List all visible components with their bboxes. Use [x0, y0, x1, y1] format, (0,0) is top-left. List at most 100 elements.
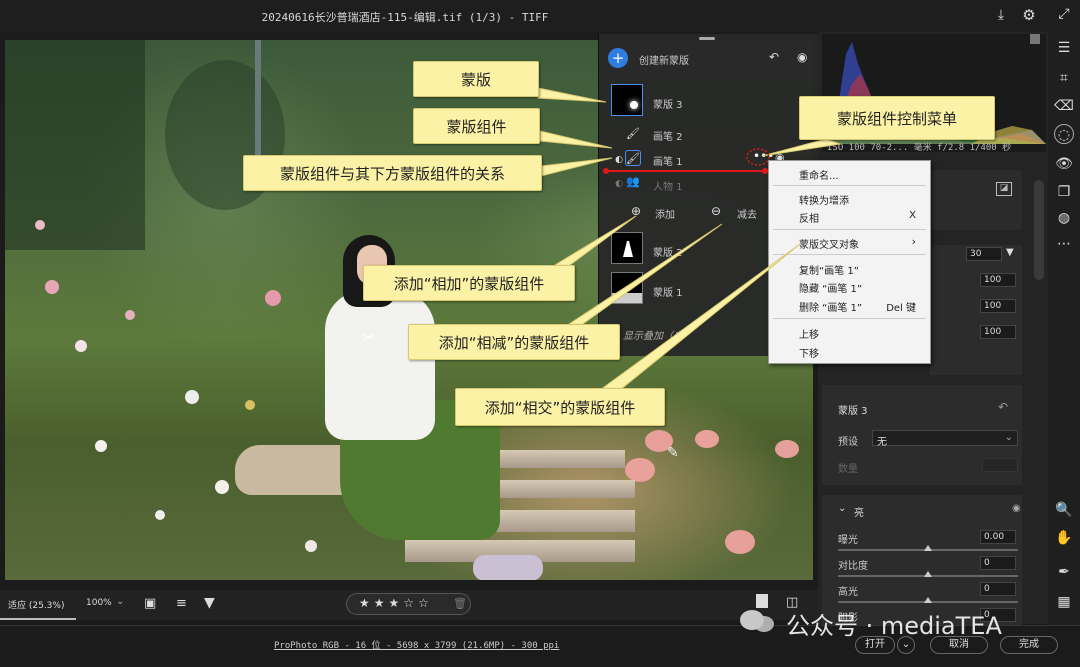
eyedropper-icon[interactable]: ✒: [1054, 562, 1074, 582]
flower: [305, 540, 317, 552]
sliders-icon[interactable]: ☰: [1054, 38, 1074, 58]
zoom-100-button[interactable]: 100%: [86, 598, 112, 608]
rating-control[interactable]: ★★★☆☆ 🗑: [346, 593, 471, 615]
flower: [215, 480, 229, 494]
component-person-1[interactable]: 人物 1: [653, 178, 683, 193]
preset-label: 预设: [838, 437, 858, 448]
flower: [125, 310, 135, 320]
trash-icon[interactable]: 🗑: [453, 597, 467, 610]
presets-icon[interactable]: ◍: [1054, 208, 1074, 228]
menu-item-convert[interactable]: 转换为增添: [799, 192, 849, 207]
mask-2-thumbnail[interactable]: [611, 232, 643, 264]
slider-knob[interactable]: [924, 597, 932, 603]
flower: [155, 510, 165, 520]
value-box[interactable]: 100: [980, 273, 1016, 287]
star-filled-icon[interactable]: ★: [374, 596, 389, 610]
mask-title: 蒙版 3: [838, 406, 868, 417]
slider-knob[interactable]: [924, 571, 932, 577]
mask-2-label[interactable]: 蒙版 2: [653, 244, 683, 259]
mask-3-label[interactable]: 蒙版 3: [653, 96, 683, 111]
eraser-icon[interactable]: ⌫: [1054, 96, 1074, 116]
panel-grip[interactable]: [699, 37, 715, 40]
redeye-icon[interactable]: 👁: [1054, 154, 1074, 174]
more-options-icon[interactable]: •••: [753, 149, 774, 163]
crop-icon[interactable]: ⌗: [1054, 68, 1074, 88]
amount-label: 数量: [838, 464, 858, 475]
menu-item-rename[interactable]: 重命名...: [799, 167, 839, 182]
left-foliage: [5, 40, 145, 250]
mask-1-thumbnail[interactable]: [611, 272, 643, 304]
mask-1-label[interactable]: 蒙版 1: [653, 284, 683, 299]
layers-icon[interactable]: ❐: [1054, 182, 1074, 202]
workflow-options-link[interactable]: ProPhoto RGB - 16 位 - 5698 x 3799 (21.6M…: [274, 638, 559, 651]
add-label: 添加: [655, 210, 675, 221]
compare-view-icon[interactable]: ▣: [144, 596, 156, 611]
done-button[interactable]: 完成: [1000, 636, 1058, 654]
more-icon[interactable]: ⋯: [1054, 234, 1074, 254]
value-box[interactable]: 100: [980, 325, 1016, 339]
value-box[interactable]: 100: [980, 299, 1016, 313]
reset-icon[interactable]: ↶: [998, 400, 1008, 414]
hand-icon[interactable]: ✋: [1054, 528, 1074, 548]
chevron-down-icon[interactable]: ⌄: [838, 503, 846, 514]
menu-item-invert[interactable]: 反相: [799, 210, 819, 225]
brush-pin-icon[interactable]: ✎: [667, 445, 689, 461]
component-brush-2[interactable]: 画笔 2: [653, 128, 683, 143]
add-component-button[interactable]: ⊕ 添加: [619, 202, 689, 221]
callout-add-minus: 添加“相减”的蒙版组件: [408, 324, 620, 360]
mask-3-thumbnail[interactable]: [611, 84, 643, 116]
amount-box: [982, 458, 1018, 472]
grid-icon[interactable]: ▦: [1054, 592, 1074, 612]
contrast-value[interactable]: 0: [980, 556, 1016, 570]
chevron-right-icon: ›: [911, 235, 916, 248]
highlights-value[interactable]: 0: [980, 582, 1016, 596]
menu-item-hide[interactable]: 隐藏 “画笔 1”: [799, 280, 862, 295]
panel-scrollbar[interactable]: [1034, 180, 1044, 280]
menu-divider: [773, 254, 926, 255]
star-empty-icon[interactable]: ☆: [418, 596, 433, 610]
component-brush-1[interactable]: 画笔 1: [653, 153, 683, 168]
eye-icon[interactable]: ◉: [797, 50, 813, 64]
star-filled-icon[interactable]: ★: [359, 596, 374, 610]
flower: [95, 440, 107, 452]
menu-item-duplicate[interactable]: 复制“画笔 1”: [799, 262, 859, 277]
zoom-dropdown-icon[interactable]: ⌄: [116, 596, 124, 607]
menu-item-intersect[interactable]: 蒙版交叉对象: [799, 236, 859, 251]
menu-item-move-down[interactable]: 下移: [799, 345, 819, 360]
dropdown-arrow-icon[interactable]: ▼: [1006, 247, 1014, 258]
star-empty-icon[interactable]: ☆: [403, 596, 418, 610]
flower: [245, 400, 255, 410]
menu-divider: [773, 318, 926, 319]
light-section-title[interactable]: 亮: [854, 504, 864, 519]
masking-icon[interactable]: ◌: [1054, 124, 1074, 144]
subtract-component-button[interactable]: ⊖ 减去: [705, 202, 775, 221]
menu-item-move-up[interactable]: 上移: [799, 326, 819, 341]
highlight-clipping-icon[interactable]: [1030, 34, 1040, 44]
slider-knob[interactable]: [924, 545, 932, 551]
expand-icon[interactable]: ⤢: [1055, 6, 1073, 24]
gear-icon[interactable]: ⚙: [1020, 6, 1038, 24]
exposure-value[interactable]: 0.00: [980, 530, 1016, 544]
person-icon: 👥: [626, 175, 640, 188]
flower: [35, 220, 45, 230]
eye-icon[interactable]: ◉: [1012, 503, 1021, 514]
star-filled-icon[interactable]: ★: [389, 596, 404, 610]
mask-overlay-icon[interactable]: ◪: [996, 182, 1012, 196]
flower: [185, 390, 199, 404]
value-box[interactable]: 30: [966, 247, 1002, 261]
menu-item-delete[interactable]: 删除 “画笔 1”: [799, 299, 862, 314]
rating-stars[interactable]: ★★★☆☆: [359, 596, 433, 610]
create-mask-button[interactable]: +: [608, 48, 628, 68]
show-overlay-label[interactable]: 显示叠加（自: [623, 327, 683, 342]
sort-icon[interactable]: ≡: [176, 596, 187, 611]
fit-zoom-button[interactable]: 适应 (25.3%): [0, 590, 76, 620]
flower: [625, 458, 655, 482]
reset-icon[interactable]: ↶: [769, 50, 785, 64]
brush-icon: 🖌: [625, 150, 641, 166]
create-mask-label[interactable]: 创建新蒙版: [639, 52, 689, 67]
component-context-menu: 重命名... 转换为增添 反相 X 蒙版交叉对象 › 复制“画笔 1” 隐藏 “…: [768, 160, 931, 364]
export-icon[interactable]: ⤓: [992, 7, 1010, 25]
zoom-icon[interactable]: 🔍: [1054, 500, 1074, 520]
preset-dropdown[interactable]: 无 ⌄: [872, 430, 1018, 448]
filter-icon[interactable]: ▼: [204, 595, 215, 611]
